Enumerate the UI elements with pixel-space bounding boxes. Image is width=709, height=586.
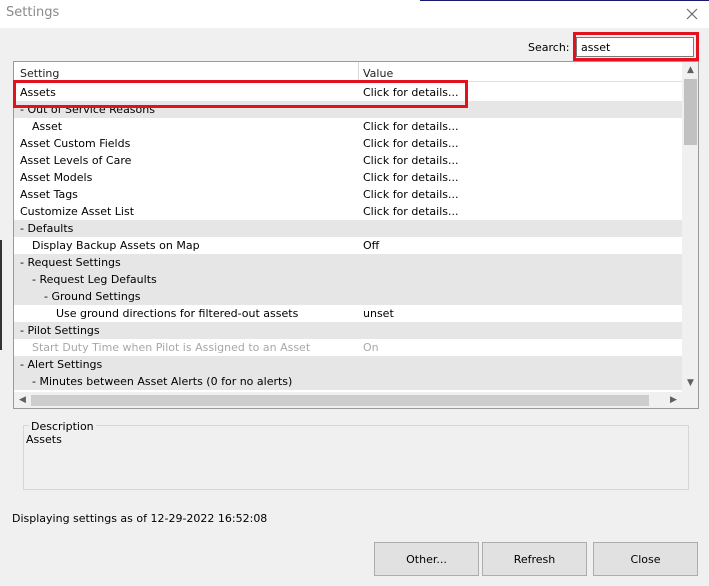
horizontal-scroll-thumb[interactable] <box>31 395 649 406</box>
section-row[interactable]: - Alert Settings <box>14 356 682 373</box>
table-row[interactable]: Asset Models Click for details... <box>14 169 682 186</box>
column-divider[interactable] <box>358 62 359 82</box>
table-row[interactable]: Asset Tags Click for details... <box>14 186 682 203</box>
refresh-button[interactable]: Refresh <box>482 542 587 576</box>
section-row[interactable]: - Pilot Settings <box>14 322 682 339</box>
title-bar: Settings <box>0 0 709 28</box>
setting-value[interactable]: Click for details... <box>363 186 458 203</box>
table-row[interactable]: Customize Asset List Click for details... <box>14 203 682 220</box>
status-text: Displaying settings as of 12-29-2022 16:… <box>12 512 268 525</box>
setting-value[interactable]: Off <box>363 237 379 254</box>
setting-name: Asset Custom Fields <box>20 137 131 150</box>
close-button[interactable]: Close <box>593 542 698 576</box>
window-edge-left <box>0 240 2 350</box>
setting-value[interactable]: Click for details... <box>363 203 458 220</box>
setting-value[interactable]: Click for details... <box>363 118 458 135</box>
setting-name: Customize Asset List <box>20 205 135 218</box>
setting-name: Asset Tags <box>20 188 78 201</box>
setting-name: - Defaults <box>20 222 74 235</box>
vertical-scrollbar[interactable]: ▲ ▼ <box>682 62 698 392</box>
table-row[interactable]: Display Backup Assets on Map Off <box>14 237 682 254</box>
setting-name: Asset Models <box>20 171 93 184</box>
setting-value[interactable]: Click for details... <box>363 84 458 101</box>
close-icon[interactable] <box>683 5 701 23</box>
column-header-setting[interactable]: Setting <box>20 67 59 80</box>
table-row[interactable]: Asset Levels of Care Click for details... <box>14 152 682 169</box>
scroll-down-icon[interactable]: ▼ <box>682 375 698 392</box>
search-label: Search: <box>528 41 570 54</box>
horizontal-scrollbar[interactable]: ◀ ▶ <box>14 392 682 408</box>
scroll-right-icon[interactable]: ▶ <box>665 392 682 408</box>
setting-name: Use ground directions for filtered-out a… <box>56 307 299 320</box>
section-row[interactable]: - Request Leg Defaults <box>14 271 682 288</box>
settings-grid: Setting Value Assets Click for details...… <box>13 61 699 409</box>
section-row[interactable]: - Defaults <box>14 220 682 237</box>
setting-name: - Out of Service Reasons <box>20 103 155 116</box>
section-row[interactable]: - Out of Service Reasons <box>14 101 682 118</box>
setting-value[interactable]: Click for details... <box>363 152 458 169</box>
other-button[interactable]: Other... <box>374 542 479 576</box>
table-row[interactable]: Assets Click for details... <box>14 84 682 101</box>
section-row[interactable]: - Request Settings <box>14 254 682 271</box>
setting-name: Display Backup Assets on Map <box>32 239 200 252</box>
setting-value[interactable]: Click for details... <box>363 135 458 152</box>
description-text: Assets <box>26 433 62 446</box>
table-row[interactable]: Use ground directions for filtered-out a… <box>14 305 682 322</box>
grid-header: Setting Value <box>14 62 682 82</box>
setting-name: Asset Levels of Care <box>20 154 132 167</box>
setting-name: - Ground Settings <box>44 290 141 303</box>
setting-name: Asset <box>32 120 63 133</box>
section-row[interactable]: - Ground Settings <box>14 288 682 305</box>
scrollbar-corner <box>682 392 698 408</box>
setting-name: - Minutes between Asset Alerts (0 for no… <box>32 375 293 388</box>
setting-name: - Request Leg Defaults <box>32 273 157 286</box>
setting-name: - Alert Settings <box>20 358 103 371</box>
table-row[interactable]: Start Duty Time when Pilot is Assigned t… <box>14 339 682 356</box>
section-row[interactable]: - Minutes between Asset Alerts (0 for no… <box>14 373 682 390</box>
grid-rows: Assets Click for details... - Out of Servi… <box>14 84 682 390</box>
window-title: Settings <box>6 5 60 20</box>
scroll-left-icon[interactable]: ◀ <box>14 392 31 408</box>
column-header-value[interactable]: Value <box>363 67 393 80</box>
search-input[interactable] <box>576 37 694 57</box>
setting-name: Assets <box>20 86 56 99</box>
setting-value[interactable]: unset <box>363 305 394 322</box>
scroll-up-icon[interactable]: ▲ <box>682 62 698 79</box>
setting-name: Start Duty Time when Pilot is Assigned t… <box>32 341 311 354</box>
vertical-scroll-thumb[interactable] <box>684 79 697 145</box>
description-legend: Description <box>29 420 96 433</box>
description-box <box>23 425 689 490</box>
table-row[interactable]: Asset Custom Fields Click for details... <box>14 135 682 152</box>
setting-name: - Request Settings <box>20 256 121 269</box>
window-edge-accent <box>420 0 709 1</box>
table-row[interactable]: Asset Click for details... <box>14 118 682 135</box>
setting-name: - Pilot Settings <box>20 324 100 337</box>
setting-value[interactable]: Click for details... <box>363 169 458 186</box>
setting-value[interactable]: On <box>363 339 379 356</box>
